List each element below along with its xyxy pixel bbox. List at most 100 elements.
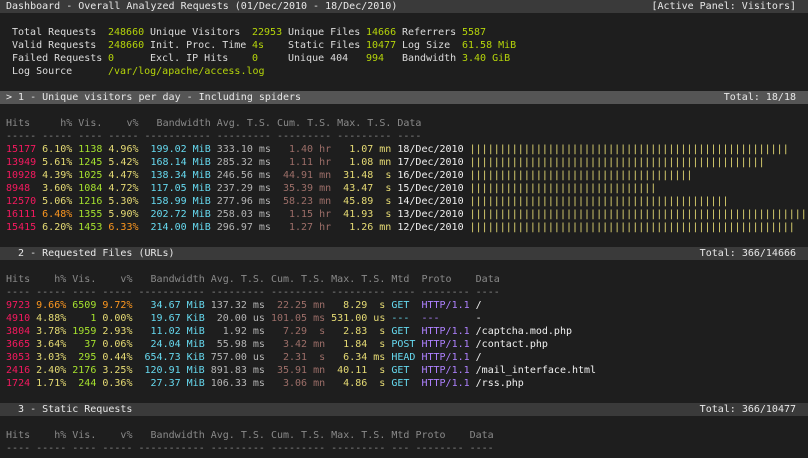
cell-hp: 4.39%: [42, 170, 73, 181]
cell-hits: 10928: [6, 170, 37, 181]
table-row[interactable]: 3053 3.03% 295 0.44% 654.73 KiB 757.00 u…: [0, 351, 808, 364]
cell-hp: 3.64%: [36, 339, 67, 350]
divider: ---------: [331, 287, 386, 298]
column-header[interactable]: Bandwidth: [139, 429, 205, 442]
column-header[interactable]: Vis.: [72, 273, 96, 286]
column-header[interactable]: v%: [108, 117, 138, 130]
hits-bar: |||||||||||||||||||||||||||||||: [469, 183, 657, 194]
column-header[interactable]: Max. T.S.: [331, 273, 385, 286]
divider: ---------: [216, 131, 271, 142]
table-row[interactable]: 13949 5.61% 1245 5.42% 168.14 MiB 285.32…: [0, 156, 808, 169]
column-header[interactable]: Data: [397, 117, 421, 130]
column-header[interactable]: Bandwidth: [145, 117, 211, 130]
panel-total: Total: 18/18: [723, 92, 796, 103]
cell-bw: 214.00 MiB: [150, 222, 211, 233]
summary-value: 10477: [366, 40, 397, 51]
column-header[interactable]: Cum. T.S.: [271, 429, 325, 442]
cell-max: 41.93 s: [343, 209, 392, 220]
column-header[interactable]: Cum. T.S.: [277, 117, 331, 130]
table-row[interactable]: 1724 1.71% 244 0.36% 27.37 MiB 106.33 ms…: [0, 377, 808, 390]
column-headers: Hits h% Vis. v% Bandwidth Avg. T.S. Cum.…: [0, 429, 808, 442]
table-row[interactable]: 15177 6.10% 1138 4.96% 199.02 MiB 333.10…: [0, 143, 808, 156]
divider: -----: [36, 443, 67, 454]
column-header[interactable]: Vis.: [78, 117, 102, 130]
divider: ---------: [270, 443, 326, 454]
column-header[interactable]: Avg. T.S.: [211, 273, 265, 286]
column-header[interactable]: Avg. T.S.: [211, 429, 265, 442]
cell-vis: 295: [78, 352, 97, 363]
column-header[interactable]: v%: [102, 429, 132, 442]
cell-cum: 7.29 s: [282, 326, 326, 337]
column-header[interactable]: h%: [42, 117, 72, 130]
cell-hits: 3665: [6, 339, 31, 350]
summary-label: Static Files: [288, 40, 361, 51]
column-header[interactable]: Proto: [415, 429, 463, 442]
cell-proto: HTTP/1.1: [421, 365, 470, 376]
column-header[interactable]: Bandwidth: [139, 273, 205, 286]
table-row[interactable]: 2416 2.40% 2176 3.25% 120.91 MiB 891.83 …: [0, 364, 808, 377]
column-header[interactable]: Data: [476, 273, 500, 286]
column-header[interactable]: Vis.: [72, 429, 96, 442]
column-header[interactable]: Avg. T.S.: [217, 117, 271, 130]
column-header[interactable]: Hits: [6, 429, 30, 442]
cell-max: 1.84 s: [343, 339, 386, 350]
divider: -----------: [144, 131, 211, 142]
table-row[interactable]: 15415 6.20% 1453 6.33% 214.00 MiB 296.97…: [0, 221, 808, 234]
cell-mtd: GET: [391, 378, 410, 389]
cell-avg: 258.03 ms: [216, 209, 271, 220]
summary-row: Valid Requests 248660 Init. Proc. Time 4s St…: [0, 39, 808, 52]
cell-hits: 3053: [6, 352, 31, 363]
panel-title[interactable]: 2 - Requested Files (URLs): [6, 247, 175, 260]
column-header[interactable]: Max. T.S.: [331, 429, 385, 442]
header-divider: ---- ----- ---- ----- ----------- ------…: [0, 286, 808, 299]
column-header[interactable]: Mtd: [391, 429, 409, 442]
summary-value: 14666: [366, 27, 397, 38]
table-row[interactable]: 16111 6.48% 1355 5.90% 202.72 MiB 258.03…: [0, 208, 808, 221]
table-row[interactable]: 10928 4.39% 1025 4.47% 138.34 MiB 246.56…: [0, 169, 808, 182]
cell-avg: 246.56 ms: [216, 170, 271, 181]
hits-bar: ||||||||||||||||||||||||||||||||||||||||…: [469, 144, 789, 155]
column-header[interactable]: Max. T.S.: [337, 117, 391, 130]
column-header[interactable]: Data: [470, 429, 494, 442]
column-header[interactable]: Mtd: [391, 273, 415, 286]
table-row[interactable]: 8948 3.60% 1084 4.72% 117.05 MiB 237.29 …: [0, 182, 808, 195]
cell-data: 15/Dec/2010: [397, 183, 464, 194]
header-divider: ---- ----- ---- ----- ----------- ------…: [0, 442, 808, 455]
panel-title[interactable]: 3 - Static Requests: [6, 403, 132, 416]
cell-cum: 1.40 hr: [288, 144, 332, 155]
panel-title[interactable]: > 1 - Unique visitors per day - Includin…: [6, 91, 301, 104]
cell-data: /rss.php: [475, 378, 524, 389]
table-row[interactable]: 3804 3.78% 1959 2.93% 11.02 MiB 1.92 ms …: [0, 325, 808, 338]
cell-data: 14/Dec/2010: [397, 196, 464, 207]
panel-header-1[interactable]: > 1 - Unique visitors per day - Includin…: [0, 91, 808, 104]
column-header[interactable]: Proto: [421, 273, 469, 286]
column-header[interactable]: v%: [102, 273, 132, 286]
cell-vis: 1138: [78, 144, 103, 155]
cell-cum: 1.11 hr: [288, 157, 332, 168]
panel-header-3[interactable]: 3 - Static Requests Total: 366/10477: [0, 403, 808, 416]
cell-data: 13/Dec/2010: [397, 209, 464, 220]
cell-data: /: [475, 352, 482, 363]
column-header[interactable]: Hits: [6, 117, 36, 130]
table-row[interactable]: 3665 3.64% 37 0.06% 24.04 MiB 55.98 ms 3…: [0, 338, 808, 351]
summary-row: Failed Requests 0 Excl. IP Hits 0 Unique 404…: [0, 52, 808, 65]
cell-cum: 3.42 mn: [282, 339, 326, 350]
summary-label: Total Requests: [12, 27, 97, 38]
log-source-label: Log Source: [12, 66, 73, 77]
column-headers: Hits h% Vis. v% Bandwidth Avg. T.S. Cum.…: [0, 117, 808, 130]
table-row[interactable]: 4910 4.88% 1 0.00% 19.67 KiB 20.00 us 10…: [0, 312, 808, 325]
column-header[interactable]: Cum. T.S.: [271, 273, 325, 286]
cell-mtd: HEAD: [391, 352, 416, 363]
cell-hp: 5.61%: [42, 157, 73, 168]
panel-header-2[interactable]: 2 - Requested Files (URLs) Total: 366/146…: [0, 247, 808, 260]
column-header[interactable]: h%: [36, 429, 66, 442]
cell-avg: 55.98 ms: [216, 339, 265, 350]
cell-vis: 37: [84, 339, 97, 350]
divider: -----: [108, 131, 139, 142]
cell-avg: 277.96 ms: [216, 196, 271, 207]
column-header[interactable]: h%: [36, 273, 66, 286]
cell-avg: 20.00 us: [216, 313, 265, 324]
column-header[interactable]: Hits: [6, 273, 30, 286]
table-row[interactable]: 9723 9.66% 6509 9.72% 34.67 MiB 137.32 m…: [0, 299, 808, 312]
table-row[interactable]: 12570 5.06% 1216 5.30% 158.99 MiB 277.96…: [0, 195, 808, 208]
